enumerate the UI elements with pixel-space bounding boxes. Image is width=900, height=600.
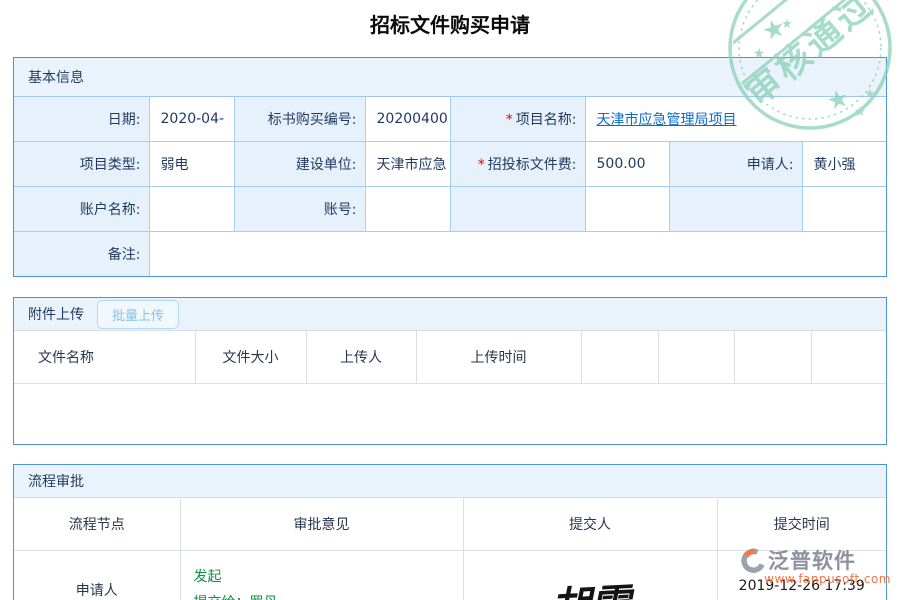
opinion-action: 发起 <box>194 564 463 590</box>
applicant-value: 黄小强 <box>802 142 886 187</box>
attachment-table: 文件名称 文件大小 上传人 上传时间 <box>14 331 886 384</box>
vendor-logo-text: 泛普软件 <box>768 545 856 575</box>
attachment-empty-body <box>14 384 886 444</box>
submitter-signature-cell: 胡雪 <box>463 551 717 600</box>
col-file-name: 文件名称 <box>14 331 195 384</box>
basic-info-table: 日期: 2020-04- 标书购买编号: 20200400 *项目名称: 天津市… <box>14 97 886 276</box>
empty-label-cell <box>450 187 585 232</box>
col-empty <box>581 331 658 384</box>
bid-no-label: 标书购买编号: <box>234 97 365 142</box>
col-upload-time: 上传时间 <box>416 331 581 384</box>
batch-upload-button[interactable]: 批量上传 <box>97 300 179 329</box>
project-type-value: 弱电 <box>149 142 234 187</box>
project-name-value: 天津市应急管理局项目 <box>585 97 886 142</box>
empty-value-cell <box>802 187 886 232</box>
remark-label: 备注: <box>14 232 149 277</box>
table-row: 账户名称: 账号: <box>14 187 886 232</box>
empty-value-cell <box>585 187 669 232</box>
col-file-size: 文件大小 <box>195 331 306 384</box>
doc-fee-value: 500.00 <box>585 142 669 187</box>
col-empty <box>734 331 811 384</box>
bid-no-value: 20200400 <box>365 97 450 142</box>
build-unit-value: 天津市应急 <box>365 142 450 187</box>
basic-info-section: 基本信息 日期: 2020-04- 标书购买编号: 20200400 *项目名称… <box>13 57 887 277</box>
applicant-label: 申请人: <box>669 142 802 187</box>
project-name-link[interactable]: 天津市应急管理局项目 <box>597 112 737 128</box>
opinion-submitted-to: 提交给：罗丹 <box>194 590 463 600</box>
vendor-logo-url: www.fanpusoft.com <box>741 572 893 586</box>
table-row: 项目类型: 弱电 建设单位: 天津市应急 *招投标文件费: 500.00 申请人… <box>14 142 886 187</box>
vendor-logo: 泛普软件 www.fanpusoft.com <box>741 545 893 586</box>
attachment-section-title: 附件上传 <box>28 304 84 324</box>
bid-document-purchase-form: 招标文件购买申请 基本信息 日期: 2020-04- 标书购买编号: 20200… <box>0 0 900 600</box>
account-no-label: 账号: <box>234 187 365 232</box>
doc-fee-label: *招投标文件费: <box>450 142 585 187</box>
empty-label-cell <box>669 187 802 232</box>
attachment-header: 附件上传 批量上传 <box>14 298 886 331</box>
flow-node-value: 申请人 <box>14 551 180 600</box>
required-mark: * <box>478 157 485 173</box>
account-name-label: 账户名称: <box>14 187 149 232</box>
account-no-value <box>365 187 450 232</box>
required-mark: * <box>506 112 513 128</box>
col-uploader: 上传人 <box>306 331 416 384</box>
col-approval-opinion: 审批意见 <box>180 498 463 551</box>
page-title: 招标文件购买申请 <box>0 0 900 57</box>
project-type-label: 项目类型: <box>14 142 149 187</box>
fanpu-logo-icon <box>741 548 766 573</box>
basic-info-header: 基本信息 <box>14 58 886 97</box>
date-label: 日期: <box>14 97 149 142</box>
remark-value <box>149 232 886 277</box>
approval-table-header-row: 流程节点 审批意见 提交人 提交时间 <box>14 498 886 551</box>
col-empty <box>811 331 886 384</box>
project-name-label: *项目名称: <box>450 97 585 142</box>
col-flow-node: 流程节点 <box>14 498 180 551</box>
col-empty <box>658 331 734 384</box>
account-name-value <box>149 187 234 232</box>
col-submit-time: 提交时间 <box>717 498 886 551</box>
table-row: 日期: 2020-04- 标书购买编号: 20200400 *项目名称: 天津市… <box>14 97 886 142</box>
date-value: 2020-04- <box>149 97 234 142</box>
table-row: 备注: <box>14 232 886 277</box>
submitter-signature: 胡雪 <box>468 561 712 600</box>
approval-opinion-value: 发起 提交给：罗丹 <box>180 551 463 600</box>
col-submitter: 提交人 <box>463 498 717 551</box>
build-unit-label: 建设单位: <box>234 142 365 187</box>
approval-header: 流程审批 <box>14 465 886 498</box>
approval-section-title: 流程审批 <box>28 471 84 491</box>
attachment-table-header-row: 文件名称 文件大小 上传人 上传时间 <box>14 331 886 384</box>
attachment-section: 附件上传 批量上传 文件名称 文件大小 上传人 上传时间 <box>13 297 887 445</box>
